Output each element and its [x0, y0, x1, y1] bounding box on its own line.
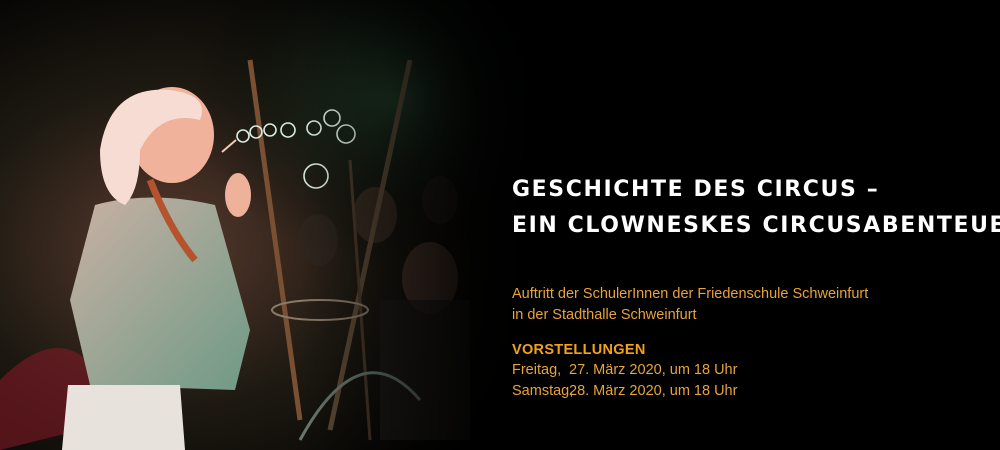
event-info: GESCHICHTE DES CIRCUS – EIN CLOWNESKES C… [512, 172, 1000, 402]
event-title: GESCHICHTE DES CIRCUS – EIN CLOWNESKES C… [512, 172, 1000, 244]
event-description: Auftritt der SchulerInnen der Friedensch… [512, 284, 982, 326]
show-date: 27. März 2020, um 18 Uhr [569, 362, 738, 378]
event-title-line-1: GESCHICHTE DES CIRCUS – [512, 177, 880, 202]
event-title-line-2: EIN CLOWNESKES CIRCUSABENTEUER [512, 213, 1000, 238]
show-day: Freitag, [512, 362, 562, 378]
show-item: Freitag, 27. März 2020, um 18 Uhr [512, 360, 982, 381]
show-date: 28. März 2020, um 18 Uhr [569, 383, 738, 399]
show-item: Samstag, 28. März 2020, um 18 Uhr [512, 381, 982, 402]
description-line-2: in der Stadthalle Schweinfurt [512, 307, 697, 323]
hero-banner: GESCHICHTE DES CIRCUS – EIN CLOWNESKES C… [0, 0, 1000, 450]
description-line-1: Auftritt der SchulerInnen der Friedensch… [512, 286, 869, 302]
show-day: Samstag, [512, 383, 574, 399]
shows-heading: VORSTELLUNGEN [512, 342, 646, 358]
